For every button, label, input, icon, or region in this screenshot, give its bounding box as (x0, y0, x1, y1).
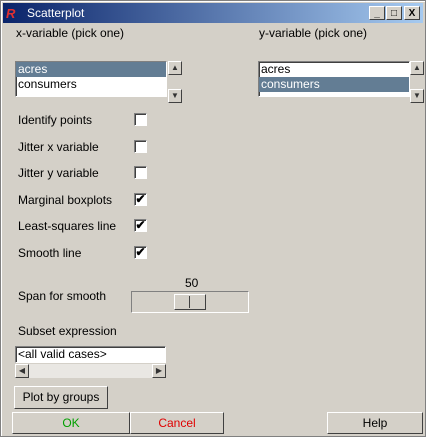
option-jitter-y-label: Jitter y variable (18, 166, 99, 180)
jitter-x-checkbox[interactable] (134, 140, 147, 153)
x-variable-list[interactable]: acres consumers (15, 61, 167, 97)
least-squares-checkbox[interactable]: ✔ (134, 219, 147, 232)
subset-hscrollbar[interactable]: ◀ ▶ (15, 364, 166, 378)
span-label: Span for smooth (18, 289, 107, 303)
y-list-scroll-up-icon[interactable]: ▲ (410, 61, 424, 75)
y-list-scroll-down-icon[interactable]: ▼ (410, 89, 424, 103)
option-smooth-line-label: Smooth line (18, 246, 82, 260)
y-variable-label: y-variable (pick one) (259, 26, 368, 40)
slider-thumb[interactable] (174, 294, 206, 310)
cancel-button[interactable]: Cancel (130, 412, 224, 434)
ok-button[interactable]: OK (12, 412, 130, 434)
scroll-right-icon[interactable]: ▶ (152, 364, 166, 378)
span-slider[interactable] (131, 291, 249, 313)
window-title: Scatterplot (27, 6, 85, 20)
help-button[interactable]: Help (327, 412, 423, 434)
x-list-scroll-up-icon[interactable]: ▲ (168, 61, 182, 75)
close-button[interactable]: X (404, 6, 420, 20)
subset-label: Subset expression (18, 324, 117, 338)
scroll-left-icon[interactable]: ◀ (15, 364, 29, 378)
r-logo-icon: R (6, 6, 15, 21)
jitter-y-checkbox[interactable] (134, 166, 147, 179)
x-variable-item-acres[interactable]: acres (16, 62, 166, 77)
x-variable-label: x-variable (pick one) (16, 26, 125, 40)
smooth-line-checkbox[interactable]: ✔ (134, 246, 147, 259)
check-icon: ✔ (135, 192, 146, 206)
x-variable-item-consumers[interactable]: consumers (16, 77, 166, 92)
subset-input[interactable]: <all valid cases> (15, 346, 166, 363)
scatterplot-dialog: R Scatterplot _ □ X x-variable (pick one… (0, 0, 426, 437)
y-variable-item-acres[interactable]: acres (259, 62, 409, 77)
marginal-boxplots-checkbox[interactable]: ✔ (134, 193, 147, 206)
option-marginal-boxplots-label: Marginal boxplots (18, 193, 113, 207)
identify-points-checkbox[interactable] (134, 113, 147, 126)
x-list-scroll-down-icon[interactable]: ▼ (168, 89, 182, 103)
title-bar[interactable]: R Scatterplot _ □ X (3, 3, 423, 23)
minimize-button[interactable]: _ (369, 6, 385, 20)
option-identify-points-label: Identify points (18, 113, 93, 127)
y-variable-list[interactable]: acres consumers (258, 61, 410, 97)
y-variable-item-consumers[interactable]: consumers (259, 77, 409, 92)
maximize-button[interactable]: □ (386, 6, 402, 20)
span-value: 50 (185, 276, 199, 290)
option-jitter-x-label: Jitter x variable (18, 140, 99, 154)
plot-by-groups-button[interactable]: Plot by groups (14, 386, 108, 409)
check-icon: ✔ (135, 245, 146, 259)
check-icon: ✔ (135, 218, 146, 232)
option-least-squares-label: Least-squares line (18, 219, 117, 233)
